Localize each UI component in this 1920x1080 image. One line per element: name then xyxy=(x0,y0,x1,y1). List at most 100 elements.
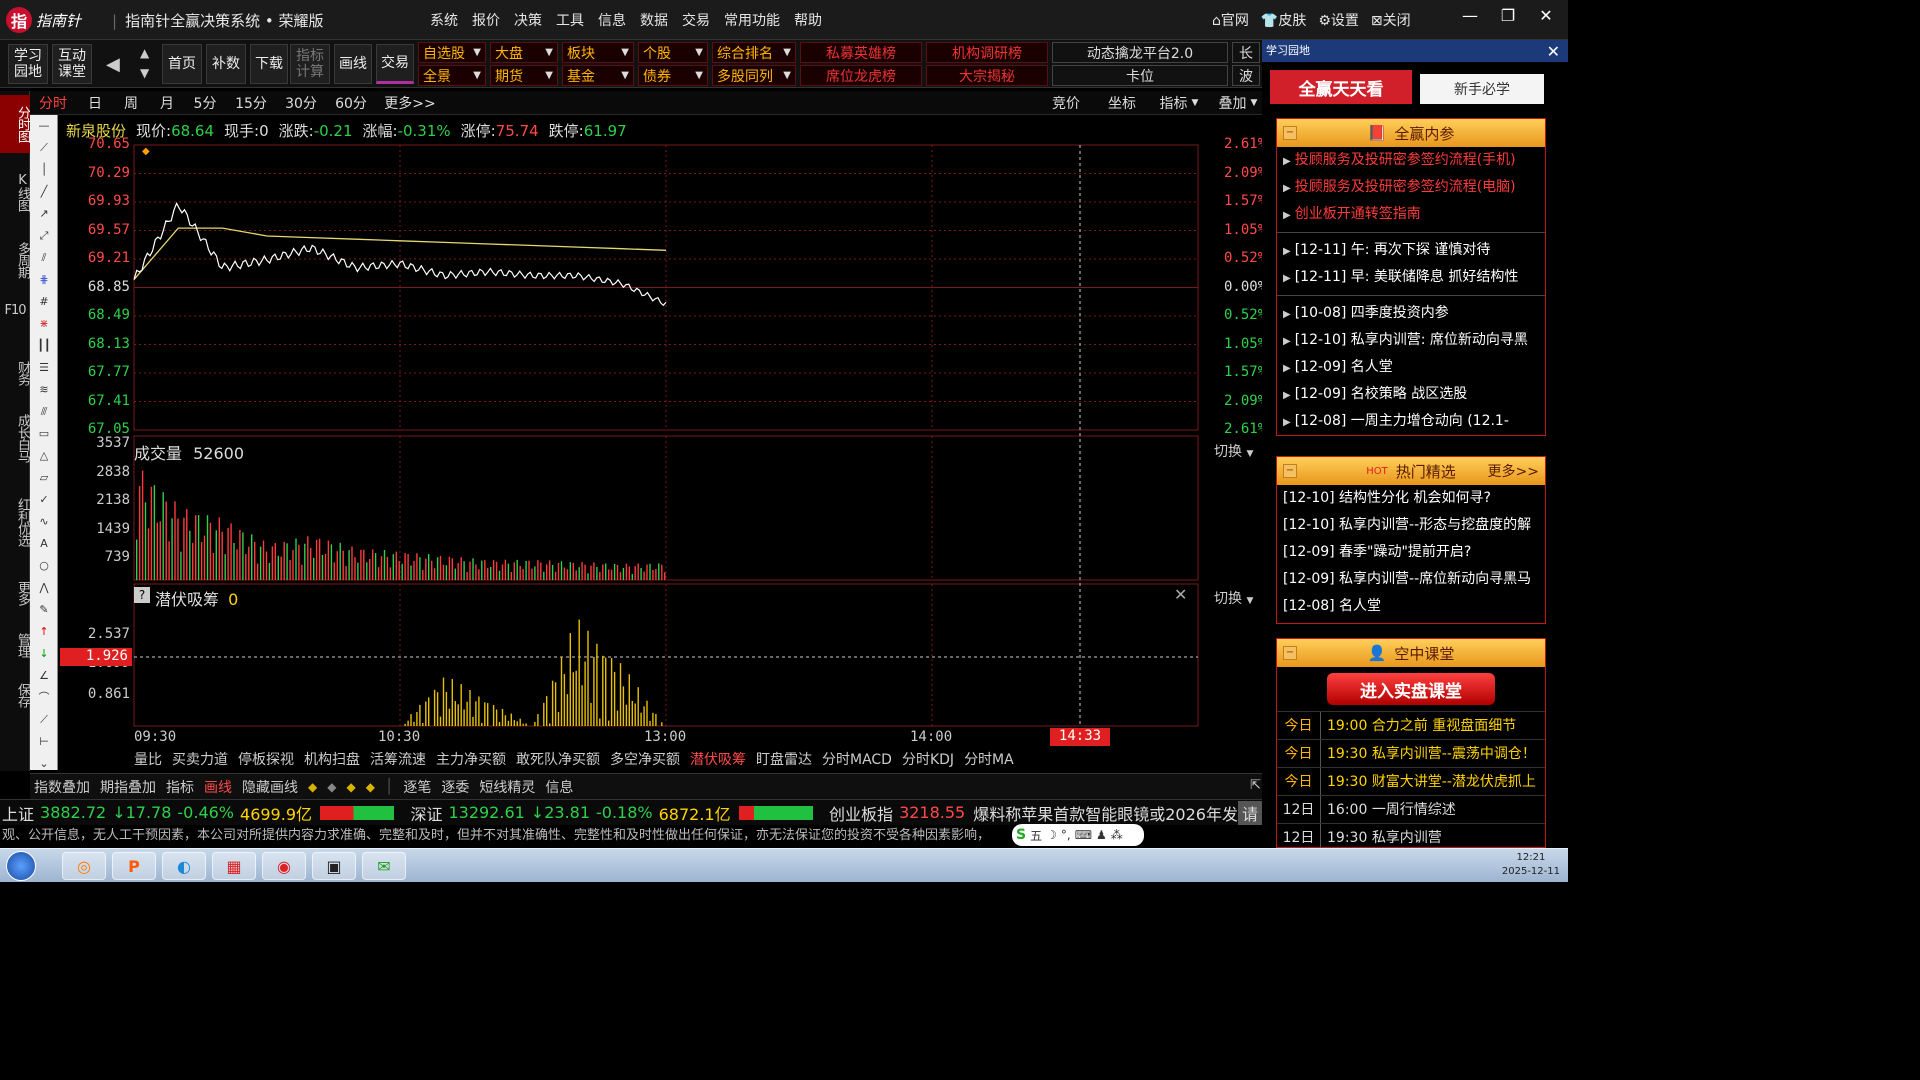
trade-button[interactable]: 交易 xyxy=(376,44,414,84)
period-week[interactable]: 周 xyxy=(116,93,146,113)
nav-multi-period[interactable]: 多周期 xyxy=(0,231,30,289)
more-link[interactable]: 更多>> xyxy=(1488,461,1539,481)
tab-kdj[interactable]: 分时KDJ xyxy=(902,749,954,769)
fan-tool-icon[interactable]: ⋇ xyxy=(36,317,52,331)
list-item[interactable]: [12-08] 名人堂 xyxy=(1277,593,1545,620)
tab-hidden-accumulate[interactable]: 潜伏吸筹 xyxy=(690,749,746,769)
close-indicator-icon[interactable]: ✕ xyxy=(1174,585,1187,604)
menu-trade[interactable]: 交易 xyxy=(682,10,710,30)
home-link[interactable]: ⌂官网 xyxy=(1212,10,1249,30)
down-arrow-icon[interactable]: ▼ xyxy=(140,66,149,80)
menu-common[interactable]: 常用功能 xyxy=(724,10,780,30)
indicator-dropdown[interactable]: 指标 ▼ xyxy=(1154,93,1204,113)
indicator-switch[interactable]: 切换 ▼ xyxy=(1214,588,1253,608)
dropdown-stock[interactable]: 个股 ▼ xyxy=(638,42,708,63)
curve-tool-icon[interactable]: ∿ xyxy=(36,515,52,529)
nav-growth[interactable]: 成长白马 xyxy=(0,403,30,473)
menu-decision[interactable]: 决策 xyxy=(514,10,542,30)
vertical-line-icon[interactable]: │ xyxy=(36,163,52,177)
dropdown-multi-stock[interactable]: 多股同列 ▼ xyxy=(712,65,796,86)
diamond-yellow-icon[interactable]: ◆ xyxy=(366,780,375,794)
tab-main-net-buy[interactable]: 主力净买额 xyxy=(436,749,506,769)
hide-lines-button[interactable]: 隐藏画线 xyxy=(242,777,298,797)
zigzag-tool-icon[interactable]: ⋀ xyxy=(36,581,52,595)
nav-dividend[interactable]: 红利优选 xyxy=(0,487,30,557)
schedule-row[interactable]: 12日 19:30 私享内训营 xyxy=(1277,823,1545,851)
up-arrow-icon[interactable]: ▲ xyxy=(140,46,149,60)
start-button[interactable] xyxy=(6,851,36,881)
tab-institution-scan[interactable]: 机构扫盘 xyxy=(304,749,360,769)
tab-daily-view[interactable]: 全赢天天看 xyxy=(1270,70,1412,104)
nav-intraday[interactable]: 分时图 xyxy=(0,95,30,153)
ticker-badge[interactable]: 请 xyxy=(1237,800,1262,825)
taskbar-app-p[interactable]: P xyxy=(112,852,156,880)
back-arrow-icon[interactable]: ◀ xyxy=(106,54,120,75)
menu-tools[interactable]: 工具 xyxy=(556,10,584,30)
menu-system[interactable]: 系统 xyxy=(430,10,458,30)
close-button[interactable]: ✕ xyxy=(1536,6,1556,25)
restore-button[interactable]: ❐ xyxy=(1498,6,1518,25)
dropdown-sector[interactable]: 板块 ▼ xyxy=(562,42,634,63)
menu-info[interactable]: 信息 xyxy=(598,10,626,30)
period-5min[interactable]: 5分 xyxy=(188,93,222,113)
taskbar-app-browser[interactable]: ◎ xyxy=(62,852,106,880)
dropdown-ranking[interactable]: 综合排名 ▼ xyxy=(712,42,796,63)
help-icon[interactable]: ? xyxy=(134,587,150,603)
tab-active-flow[interactable]: 活筹流速 xyxy=(370,749,426,769)
close-icon[interactable]: ✕ xyxy=(1547,41,1560,63)
bars-tool-icon[interactable]: ┃┃ xyxy=(36,339,52,353)
tab-beginner[interactable]: 新手必学 xyxy=(1420,74,1544,104)
list-item[interactable]: ▶ [12-11] 午: 再次下探 谨慎对待 xyxy=(1277,237,1545,264)
coordinate-button[interactable]: 坐标 xyxy=(1102,93,1142,113)
nav-save[interactable]: 保存 xyxy=(0,675,30,715)
check-tool-icon[interactable]: ✓ xyxy=(36,493,52,507)
system-clock[interactable]: 12:21 2025-12-11 xyxy=(1502,851,1560,879)
list-item[interactable]: ▶ [12-09] 名校策略 战区选股 xyxy=(1277,381,1545,408)
index-overlay-button[interactable]: 指数叠加 xyxy=(34,777,90,797)
tab-dare-net-buy[interactable]: 敢死队净买额 xyxy=(516,749,600,769)
taskbar-app-edge[interactable]: ◐ xyxy=(162,852,206,880)
arc-tool-icon[interactable]: ⌒ xyxy=(36,691,52,705)
tab-limit-watch[interactable]: 停板探视 xyxy=(238,749,294,769)
position-button[interactable]: 卡位 xyxy=(1052,65,1228,86)
dropdown-bond[interactable]: 债券 ▼ xyxy=(638,65,708,86)
tab-macd[interactable]: 分时MACD xyxy=(822,749,892,769)
collapse-icon[interactable]: − xyxy=(1283,646,1297,660)
menu-help[interactable]: 帮助 xyxy=(794,10,822,30)
minimize-button[interactable]: — xyxy=(1460,6,1480,25)
taskbar-app-wechat[interactable]: ✉ xyxy=(362,852,406,880)
draw-line-button[interactable]: 画线 xyxy=(334,44,372,84)
period-30min[interactable]: 30分 xyxy=(280,93,322,113)
parallelogram-icon[interactable]: ▱ xyxy=(36,471,52,485)
tab-volume-ratio[interactable]: 量比 xyxy=(134,749,162,769)
menu-data[interactable]: 数据 xyxy=(640,10,668,30)
link-item[interactable]: ▶ 创业板开通转签指南 xyxy=(1277,201,1545,228)
rectangle-tool-icon[interactable]: ▭ xyxy=(36,427,52,441)
up-arrow-mark-icon[interactable]: ↑ xyxy=(36,625,52,639)
scroll-down-icon[interactable]: ⌄ xyxy=(36,757,52,771)
enter-class-button[interactable]: 进入实盘课堂 xyxy=(1327,673,1495,705)
seat-dragon-tiger-button[interactable]: 席位龙虎榜 xyxy=(800,65,922,86)
double-arrow-icon[interactable]: ⤢ xyxy=(36,229,52,243)
course-button[interactable]: 互动课堂 xyxy=(52,44,92,84)
tick-by-tick-button[interactable]: 逐笔 xyxy=(403,777,431,797)
list-item[interactable]: ▶ [12-11] 早: 美联储降息 抓好结构性 xyxy=(1277,264,1545,291)
info-button[interactable]: 信息 xyxy=(545,777,573,797)
list-item[interactable]: [12-09] 私享内训营--席位新动向寻黑马 xyxy=(1277,566,1545,593)
block-trade-button[interactable]: 大宗揭秘 xyxy=(926,65,1048,86)
pen-tool-icon[interactable]: ✎ xyxy=(36,603,52,617)
schedule-row[interactable]: 今日 19:30 财富大讲堂--潜龙伏虎抓上 xyxy=(1277,767,1545,795)
close-link[interactable]: ⊠关闭 xyxy=(1371,10,1411,30)
dragon-platform-button[interactable]: 动态擒龙平台2.0 xyxy=(1052,42,1228,63)
down-arrow-mark-icon[interactable]: ↓ xyxy=(36,647,52,661)
indicator-calc-button[interactable]: 指标计算 xyxy=(290,44,330,84)
dropdown-panorama[interactable]: 全景 ▼ xyxy=(418,65,486,86)
fib-tool-icon[interactable]: ☰ xyxy=(36,361,52,375)
line-tool-icon[interactable]: — xyxy=(36,119,52,133)
arrow-line-icon[interactable]: ↗ xyxy=(36,207,52,221)
period-month[interactable]: 月 xyxy=(152,93,182,113)
channel-tool-icon[interactable]: ⋕ xyxy=(36,273,52,287)
taskbar-app-grid[interactable]: ▦ xyxy=(212,852,256,880)
settings-link[interactable]: ⚙设置 xyxy=(1318,10,1359,30)
slant-lines-icon[interactable]: ⫻ xyxy=(36,405,52,419)
